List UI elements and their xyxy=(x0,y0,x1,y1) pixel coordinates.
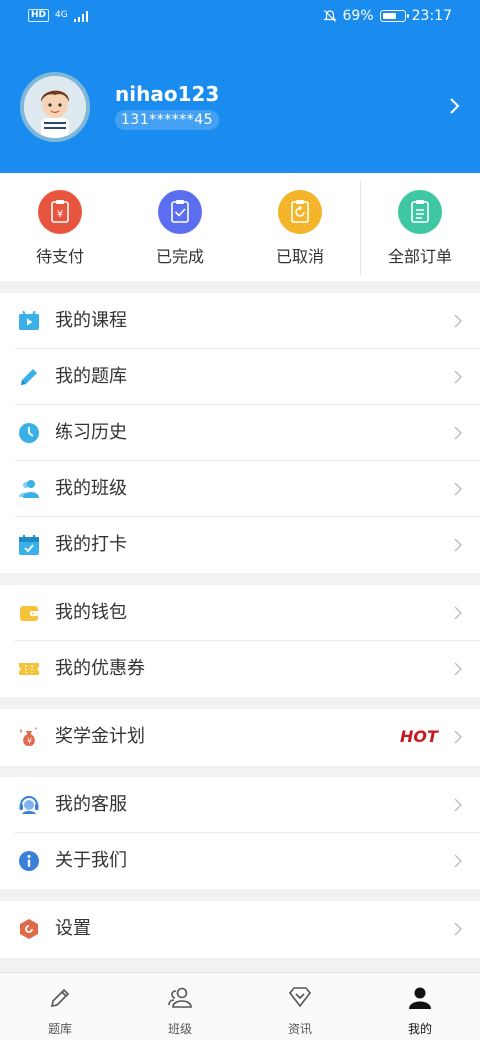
tab-classes[interactable]: 班级 xyxy=(120,973,240,1040)
ticket-icon xyxy=(19,663,39,675)
settings-hexagon-icon xyxy=(20,919,38,939)
profile-chevron-right-icon[interactable] xyxy=(446,96,462,116)
menu-item-scholarship-plan[interactable]: ¥ 奖学金计划 HOT xyxy=(0,709,480,765)
calendar-check-icon xyxy=(19,535,39,555)
info-icon xyxy=(19,851,39,871)
order-label: 已取消 xyxy=(275,247,324,266)
wallet-icon xyxy=(20,606,38,621)
order-pending-payment[interactable]: ¥ 待支付 xyxy=(0,173,120,281)
order-completed[interactable]: 已完成 xyxy=(120,173,240,281)
avatar-image xyxy=(24,76,86,138)
pencil-icon xyxy=(50,988,70,1008)
mute-bell-icon xyxy=(323,10,336,22)
menu-item-my-question-bank[interactable]: 我的题库 xyxy=(0,349,480,405)
chevron-right-icon xyxy=(454,662,462,676)
menu-item-my-checkin[interactable]: 我的打卡 xyxy=(0,517,480,573)
battery-percent: 69% xyxy=(342,8,374,24)
menu-item-my-coupons[interactable]: 我的优惠券 xyxy=(0,641,480,697)
yuan-clipboard-icon: ¥ xyxy=(38,190,82,234)
order-label: 待支付 xyxy=(35,247,84,266)
refresh-clipboard-icon xyxy=(278,190,322,234)
svg-text:¥: ¥ xyxy=(57,209,63,220)
clock-icon xyxy=(19,423,39,443)
menu-label: 我的班级 xyxy=(55,478,127,499)
menu-item-settings[interactable]: 设置 xyxy=(0,901,480,957)
chevron-right-icon xyxy=(454,426,462,440)
money-bag-icon: ¥ xyxy=(20,727,37,746)
chevron-right-icon xyxy=(454,854,462,868)
menu-label: 练习历史 xyxy=(55,422,127,443)
menu-label: 我的打卡 xyxy=(55,534,127,555)
menu-group-learning: 我的课程 我的题库 练习历史 我的班级 我的打卡 xyxy=(0,293,480,573)
tab-question-bank[interactable]: 题库 xyxy=(0,973,120,1040)
svg-text:¥: ¥ xyxy=(27,737,32,746)
chevron-right-icon xyxy=(454,730,462,744)
order-label: 全部订单 xyxy=(387,247,452,266)
diamond-icon xyxy=(288,987,312,1008)
profile-header: HD 4G 69% 23:17 nihao123 131******45 xyxy=(0,0,480,173)
battery-level xyxy=(382,13,396,19)
menu-label: 我的客服 xyxy=(55,794,127,815)
menu-item-my-courses[interactable]: 我的课程 xyxy=(0,293,480,349)
hot-badge: HOT xyxy=(400,727,438,746)
menu-label: 我的题库 xyxy=(55,366,127,387)
check-clipboard-icon xyxy=(158,190,202,234)
menu-item-about-us[interactable]: 关于我们 xyxy=(0,833,480,889)
menu-label: 我的钱包 xyxy=(55,602,127,623)
bottom-tab-bar: 题库 班级 资讯 我的 xyxy=(0,972,480,1040)
chevron-right-icon xyxy=(454,370,462,384)
menu-item-my-classes[interactable]: 我的班级 xyxy=(0,461,480,517)
order-all[interactable]: 全部订单 xyxy=(360,173,480,281)
order-cancelled[interactable]: 已取消 xyxy=(240,173,360,281)
tab-me[interactable]: 我的 xyxy=(360,973,480,1040)
list-clipboard-icon xyxy=(398,190,442,234)
avatar[interactable] xyxy=(20,72,90,142)
username: nihao123 xyxy=(115,82,220,106)
chevron-right-icon xyxy=(454,606,462,620)
order-label: 已完成 xyxy=(155,247,204,266)
chevron-right-icon xyxy=(454,314,462,328)
chevron-right-icon xyxy=(454,922,462,936)
menu-label: 奖学金计划 xyxy=(55,726,145,747)
tab-label: 题库 xyxy=(47,1022,72,1036)
menu-label: 关于我们 xyxy=(55,850,127,871)
menu-label: 我的课程 xyxy=(55,310,127,331)
status-bar: HD 4G 69% 23:17 xyxy=(0,0,480,34)
people-icon xyxy=(168,987,192,1008)
tab-label: 我的 xyxy=(407,1022,432,1036)
people-icon xyxy=(19,480,39,498)
menu-item-my-wallet[interactable]: 我的钱包 xyxy=(0,585,480,641)
menu-item-practice-history[interactable]: 练习历史 xyxy=(0,405,480,461)
phone-number: 131******45 xyxy=(115,110,220,130)
hd-indicator: HD xyxy=(28,9,50,22)
menu-group-scholarship: ¥ 奖学金计划 HOT xyxy=(0,709,480,766)
chevron-right-icon xyxy=(454,482,462,496)
menu-group-support: 我的客服 关于我们 xyxy=(0,777,480,889)
menu-label: 我的优惠券 xyxy=(55,658,145,679)
pencil-icon xyxy=(21,369,37,385)
menu-group-money: 我的钱包 我的优惠券 xyxy=(0,585,480,697)
tab-label: 资讯 xyxy=(287,1022,312,1036)
tab-news[interactable]: 资讯 xyxy=(240,973,360,1040)
video-tv-icon xyxy=(19,310,39,330)
menu-label: 设置 xyxy=(55,918,91,939)
headset-agent-icon xyxy=(19,796,39,814)
menu-item-customer-service[interactable]: 我的客服 xyxy=(0,777,480,833)
menu-group-settings: 设置 xyxy=(0,901,480,958)
chevron-right-icon xyxy=(454,538,462,552)
chevron-right-icon xyxy=(454,798,462,812)
network-label: 4G xyxy=(55,10,68,20)
tab-label: 班级 xyxy=(167,1022,192,1036)
clock: 23:17 xyxy=(411,8,452,24)
order-shortcuts: ¥ 待支付 已完成 已取消 全部订单 xyxy=(0,173,480,281)
signal-icon xyxy=(73,10,88,22)
battery-icon xyxy=(379,10,409,22)
person-icon xyxy=(409,987,431,1009)
